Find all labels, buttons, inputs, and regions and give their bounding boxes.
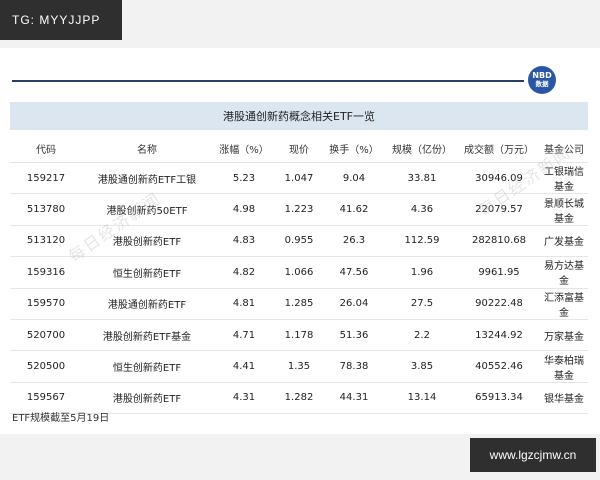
cell-volume: 40552.46 [458, 350, 540, 383]
cell-company: 景顺长城基金 [540, 193, 588, 226]
cell-scale: 4.36 [386, 193, 458, 226]
table-row: 513120 港股创新药ETF 4.83 0.955 26.3 112.59 2… [10, 225, 588, 258]
cell-company: 广发基金 [540, 225, 588, 258]
cell-turnover: 41.62 [322, 193, 386, 226]
cell-scale: 33.81 [386, 162, 458, 195]
cell-turnover: 26.3 [322, 225, 386, 258]
logo-line2: 数据 [535, 80, 549, 89]
etf-card: NBD 数据 港股通创新药概念相关ETF一览 代码 名称 涨幅（%） 现价 换手… [0, 48, 600, 434]
cell-price: 1.35 [276, 350, 322, 383]
table-row: 520700 港股创新药ETF基金 4.71 1.178 51.36 2.2 1… [10, 319, 588, 352]
cell-name: 恒生创新药ETF [82, 256, 212, 289]
col-header-name: 名称 [82, 134, 212, 163]
cell-change: 4.41 [212, 350, 276, 383]
cell-turnover: 44.31 [322, 382, 386, 415]
cell-turnover: 26.04 [322, 288, 386, 320]
etf-table: 代码 名称 涨幅（%） 现价 换手（%） 规模（亿份） 成交额（万元） 基金公司… [10, 134, 588, 415]
cell-scale: 2.2 [386, 319, 458, 352]
table-row: 159217 港股通创新药ETF工银 5.23 1.047 9.04 33.81… [10, 162, 588, 195]
cell-price: 1.047 [276, 162, 322, 195]
cell-company: 华泰柏瑞基金 [540, 350, 588, 383]
nbd-logo-icon: NBD 数据 [528, 66, 556, 94]
cell-price: 1.282 [276, 382, 322, 415]
watermark-tag: TG: MYYJJPP [0, 0, 122, 40]
cell-scale: 112.59 [386, 225, 458, 258]
cell-change: 4.82 [212, 256, 276, 289]
cell-turnover: 78.38 [322, 350, 386, 383]
cell-change: 4.83 [212, 225, 276, 258]
cell-code: 513120 [10, 225, 82, 258]
table-header-row: 代码 名称 涨幅（%） 现价 换手（%） 规模（亿份） 成交额（万元） 基金公司 [10, 134, 588, 163]
cell-code: 513780 [10, 193, 82, 226]
cell-company: 易方达基金 [540, 256, 588, 289]
cell-volume: 13244.92 [458, 319, 540, 352]
cell-name: 港股创新药50ETF [82, 193, 212, 226]
cell-price: 1.285 [276, 288, 322, 320]
cell-scale: 3.85 [386, 350, 458, 383]
table-row: 520500 恒生创新药ETF 4.41 1.35 78.38 3.85 405… [10, 350, 588, 383]
cell-turnover: 47.56 [322, 256, 386, 289]
cell-code: 159217 [10, 162, 82, 195]
col-header-price: 现价 [276, 134, 322, 163]
col-header-change: 涨幅（%） [212, 134, 276, 163]
cell-change: 5.23 [212, 162, 276, 195]
col-header-turnover: 换手（%） [322, 134, 386, 163]
cell-scale: 1.96 [386, 256, 458, 289]
cell-volume: 65913.34 [458, 382, 540, 415]
cell-turnover: 51.36 [322, 319, 386, 352]
cell-code: 520700 [10, 319, 82, 352]
cell-change: 4.98 [212, 193, 276, 226]
cell-company: 银华基金 [540, 382, 588, 415]
cell-code: 520500 [10, 350, 82, 383]
cell-turnover: 9.04 [322, 162, 386, 195]
cell-volume: 22079.57 [458, 193, 540, 226]
cell-company: 汇添富基金 [540, 288, 588, 320]
col-header-company: 基金公司 [540, 134, 588, 163]
table-title: 港股通创新药概念相关ETF一览 [10, 102, 588, 130]
top-rule-divider [12, 80, 524, 82]
cell-volume: 90222.48 [458, 288, 540, 320]
cell-volume: 9961.95 [458, 256, 540, 289]
col-header-volume: 成交额（万元） [458, 134, 540, 163]
table-row: 159570 港股通创新药ETF 4.81 1.285 26.04 27.5 9… [10, 288, 588, 320]
cell-change: 4.71 [212, 319, 276, 352]
footnote: ETF规模截至5月19日 [12, 413, 110, 424]
table-row: 159316 恒生创新药ETF 4.82 1.066 47.56 1.96 99… [10, 256, 588, 289]
cell-code: 159570 [10, 288, 82, 320]
cell-scale: 13.14 [386, 382, 458, 415]
cell-price: 1.066 [276, 256, 322, 289]
cell-price: 1.178 [276, 319, 322, 352]
cell-volume: 282810.68 [458, 225, 540, 258]
cell-scale: 27.5 [386, 288, 458, 320]
cell-name: 港股创新药ETF [82, 225, 212, 258]
cell-name: 港股通创新药ETF工银 [82, 162, 212, 195]
cell-name: 港股创新药ETF基金 [82, 319, 212, 352]
cell-company: 工银瑞信基金 [540, 162, 588, 195]
cell-price: 1.223 [276, 193, 322, 226]
site-watermark-tag: www.lgzcjmw.cn [470, 438, 596, 472]
cell-company: 万家基金 [540, 319, 588, 352]
cell-change: 4.81 [212, 288, 276, 320]
cell-change: 4.31 [212, 382, 276, 415]
cell-price: 0.955 [276, 225, 322, 258]
cell-code: 159316 [10, 256, 82, 289]
col-header-scale: 规模（亿份） [386, 134, 458, 163]
cell-name: 港股通创新药ETF [82, 288, 212, 320]
col-header-code: 代码 [10, 134, 82, 163]
cell-name: 恒生创新药ETF [82, 350, 212, 383]
cell-volume: 30946.09 [458, 162, 540, 195]
table-row: 513780 港股创新药50ETF 4.98 1.223 41.62 4.36 … [10, 193, 588, 226]
